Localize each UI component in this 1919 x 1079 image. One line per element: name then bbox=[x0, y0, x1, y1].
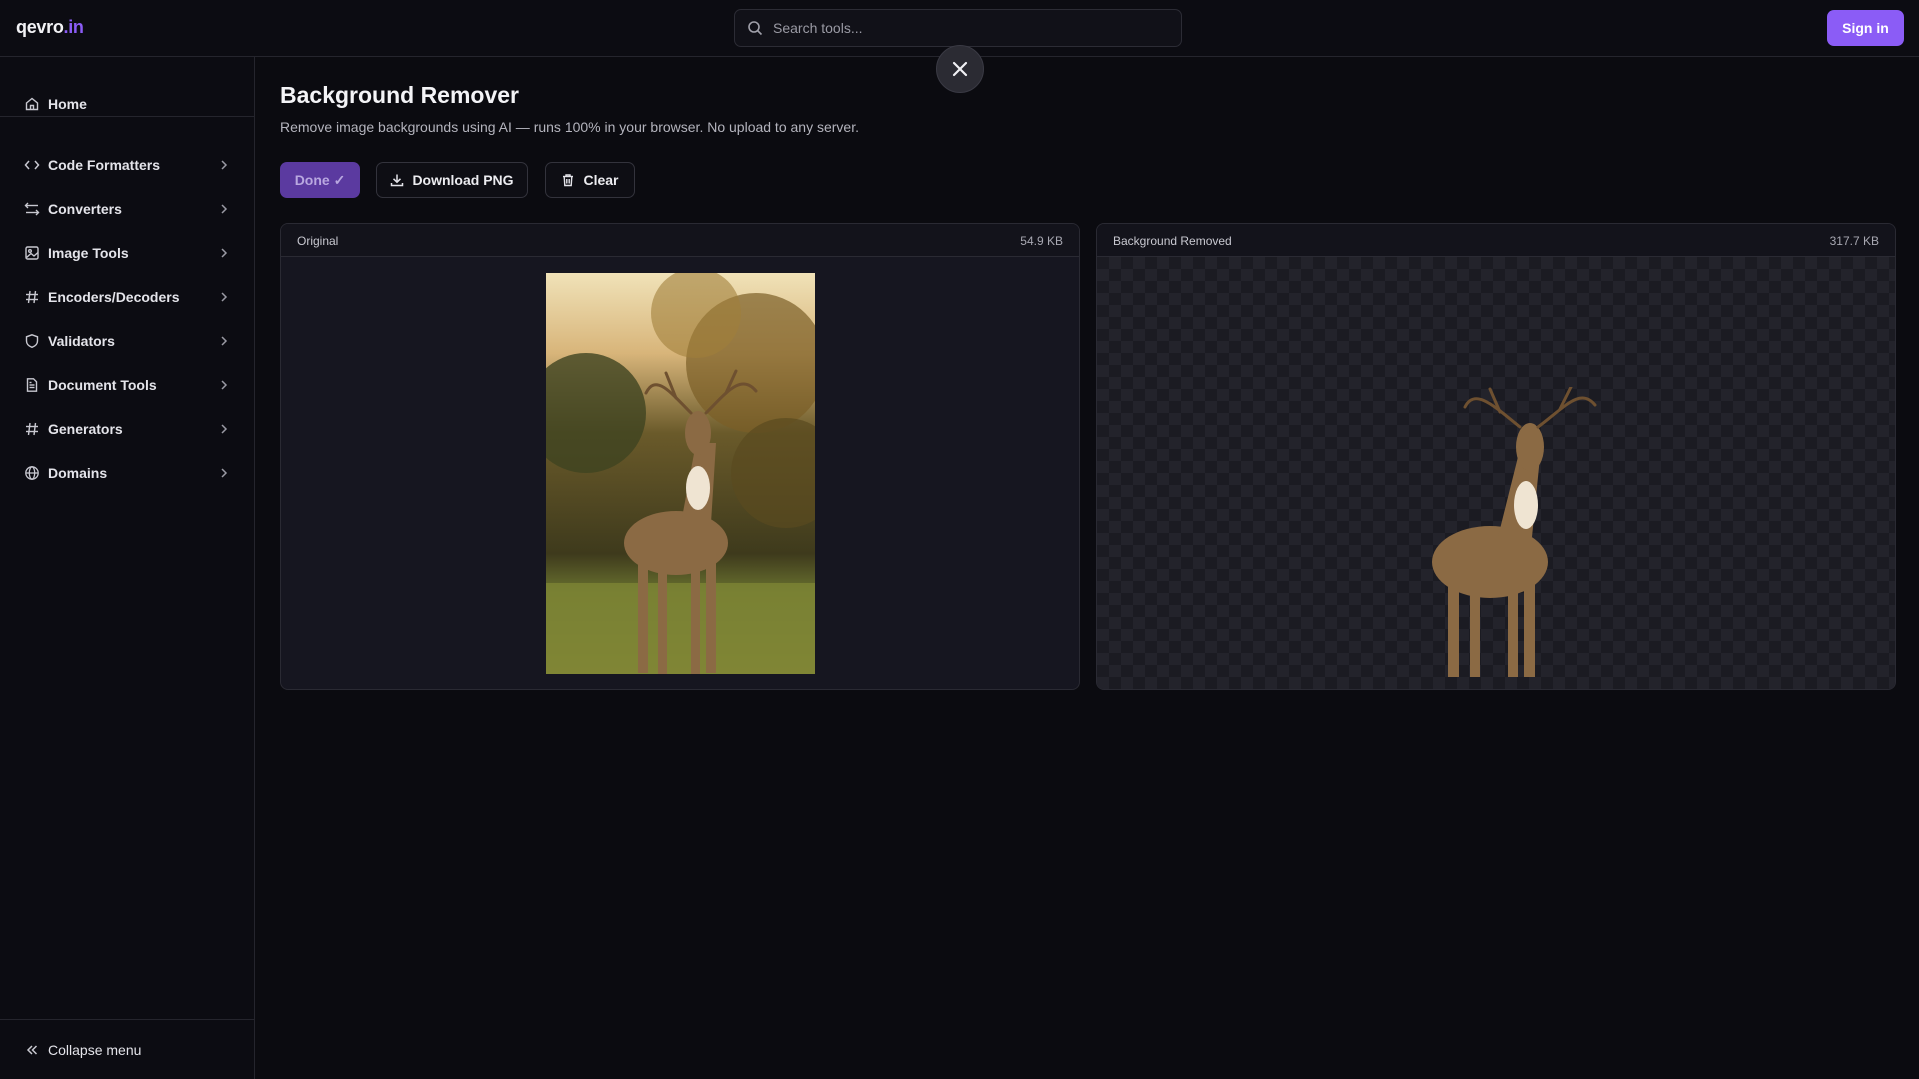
original-file-size: 54.9 KB bbox=[1020, 234, 1063, 248]
removed-panel-header: Background Removed 317.7 KB bbox=[1097, 224, 1895, 257]
sidebar-item-generators[interactable]: Generators bbox=[0, 411, 255, 447]
sidebar-item-converters[interactable]: Converters bbox=[0, 191, 255, 227]
removed-file-size: 317.7 KB bbox=[1829, 234, 1879, 248]
chevron-right-icon bbox=[221, 292, 228, 302]
removed-preview bbox=[1097, 257, 1895, 689]
globe-icon bbox=[24, 465, 40, 481]
sidebar-item-label: Generators bbox=[48, 421, 123, 437]
sidebar-divider bbox=[0, 1019, 255, 1020]
sidebar-item-label: Domains bbox=[48, 465, 108, 481]
original-label: Original bbox=[297, 234, 339, 248]
removed-label: Background Removed bbox=[1113, 234, 1232, 248]
sidebar: Home Code Formatters Converters Image To… bbox=[0, 57, 255, 1079]
collapse-menu-label: Collapse menu bbox=[48, 1042, 142, 1058]
clear-button[interactable]: Clear bbox=[545, 162, 635, 198]
sidebar-item-label: Home bbox=[48, 96, 87, 112]
sidebar-item-label: Document Tools bbox=[48, 377, 157, 393]
download-icon bbox=[391, 174, 404, 187]
clear-label: Clear bbox=[583, 172, 619, 188]
chevron-right-icon bbox=[221, 160, 228, 170]
page-subtitle: Remove image backgrounds using AI — runs… bbox=[280, 119, 859, 135]
chevron-right-icon bbox=[221, 248, 228, 258]
home-icon bbox=[24, 96, 40, 112]
background-removed-panel: Background Removed 317.7 KB bbox=[1096, 223, 1896, 690]
shield-icon bbox=[24, 333, 40, 349]
search-icon bbox=[748, 21, 763, 36]
trash-icon bbox=[563, 174, 574, 187]
chevron-right-icon bbox=[221, 424, 228, 434]
chevrons-left-icon bbox=[24, 1042, 40, 1058]
original-panel: Original 54.9 KB bbox=[280, 223, 1080, 690]
sidebar-item-label: Encoders/Decoders bbox=[48, 289, 180, 305]
logo-tld: .in bbox=[63, 17, 84, 37]
close-icon bbox=[952, 61, 968, 77]
arrows-icon bbox=[24, 201, 40, 217]
sidebar-divider bbox=[0, 116, 255, 117]
hash-icon bbox=[24, 289, 40, 305]
chevron-right-icon bbox=[221, 380, 228, 390]
download-label: Download PNG bbox=[412, 172, 514, 188]
original-deer-photo bbox=[546, 273, 815, 674]
sidebar-item-label: Validators bbox=[48, 333, 115, 349]
hash-icon bbox=[24, 421, 40, 437]
image-icon bbox=[24, 245, 40, 261]
sidebar-item-label: Image Tools bbox=[48, 245, 129, 261]
code-icon bbox=[24, 157, 40, 173]
original-preview bbox=[281, 257, 1079, 689]
sidebar-item-label: Code Formatters bbox=[48, 157, 161, 173]
search-box[interactable] bbox=[734, 9, 1182, 47]
chevron-right-icon bbox=[221, 336, 228, 346]
site-logo[interactable]: qevro.in bbox=[16, 17, 84, 38]
close-button[interactable] bbox=[936, 45, 984, 93]
sidebar-item-validators[interactable]: Validators bbox=[0, 323, 255, 359]
sidebar-item-domains[interactable]: Domains bbox=[0, 455, 255, 491]
sign-in-button[interactable]: Sign in bbox=[1827, 10, 1904, 46]
cutout-deer-image bbox=[1432, 387, 1597, 677]
sidebar-item-encoders-decoders[interactable]: Encoders/Decoders bbox=[0, 279, 255, 315]
original-panel-header: Original 54.9 KB bbox=[281, 224, 1079, 257]
logo-name: qevro bbox=[16, 17, 64, 37]
done-button[interactable]: Done ✓ bbox=[280, 162, 360, 198]
sidebar-item-code-formatters[interactable]: Code Formatters bbox=[0, 147, 255, 183]
collapse-menu-button[interactable]: Collapse menu bbox=[0, 1029, 255, 1071]
sidebar-item-image-tools[interactable]: Image Tools bbox=[0, 235, 255, 271]
chevron-right-icon bbox=[221, 204, 228, 214]
document-icon bbox=[24, 377, 40, 393]
sidebar-item-document-tools[interactable]: Document Tools bbox=[0, 367, 255, 403]
sidebar-item-label: Converters bbox=[48, 201, 122, 217]
chevron-right-icon bbox=[221, 468, 228, 478]
search-input[interactable] bbox=[773, 20, 1153, 36]
download-png-button[interactable]: Download PNG bbox=[376, 162, 528, 198]
page-title: Background Remover bbox=[280, 82, 520, 108]
